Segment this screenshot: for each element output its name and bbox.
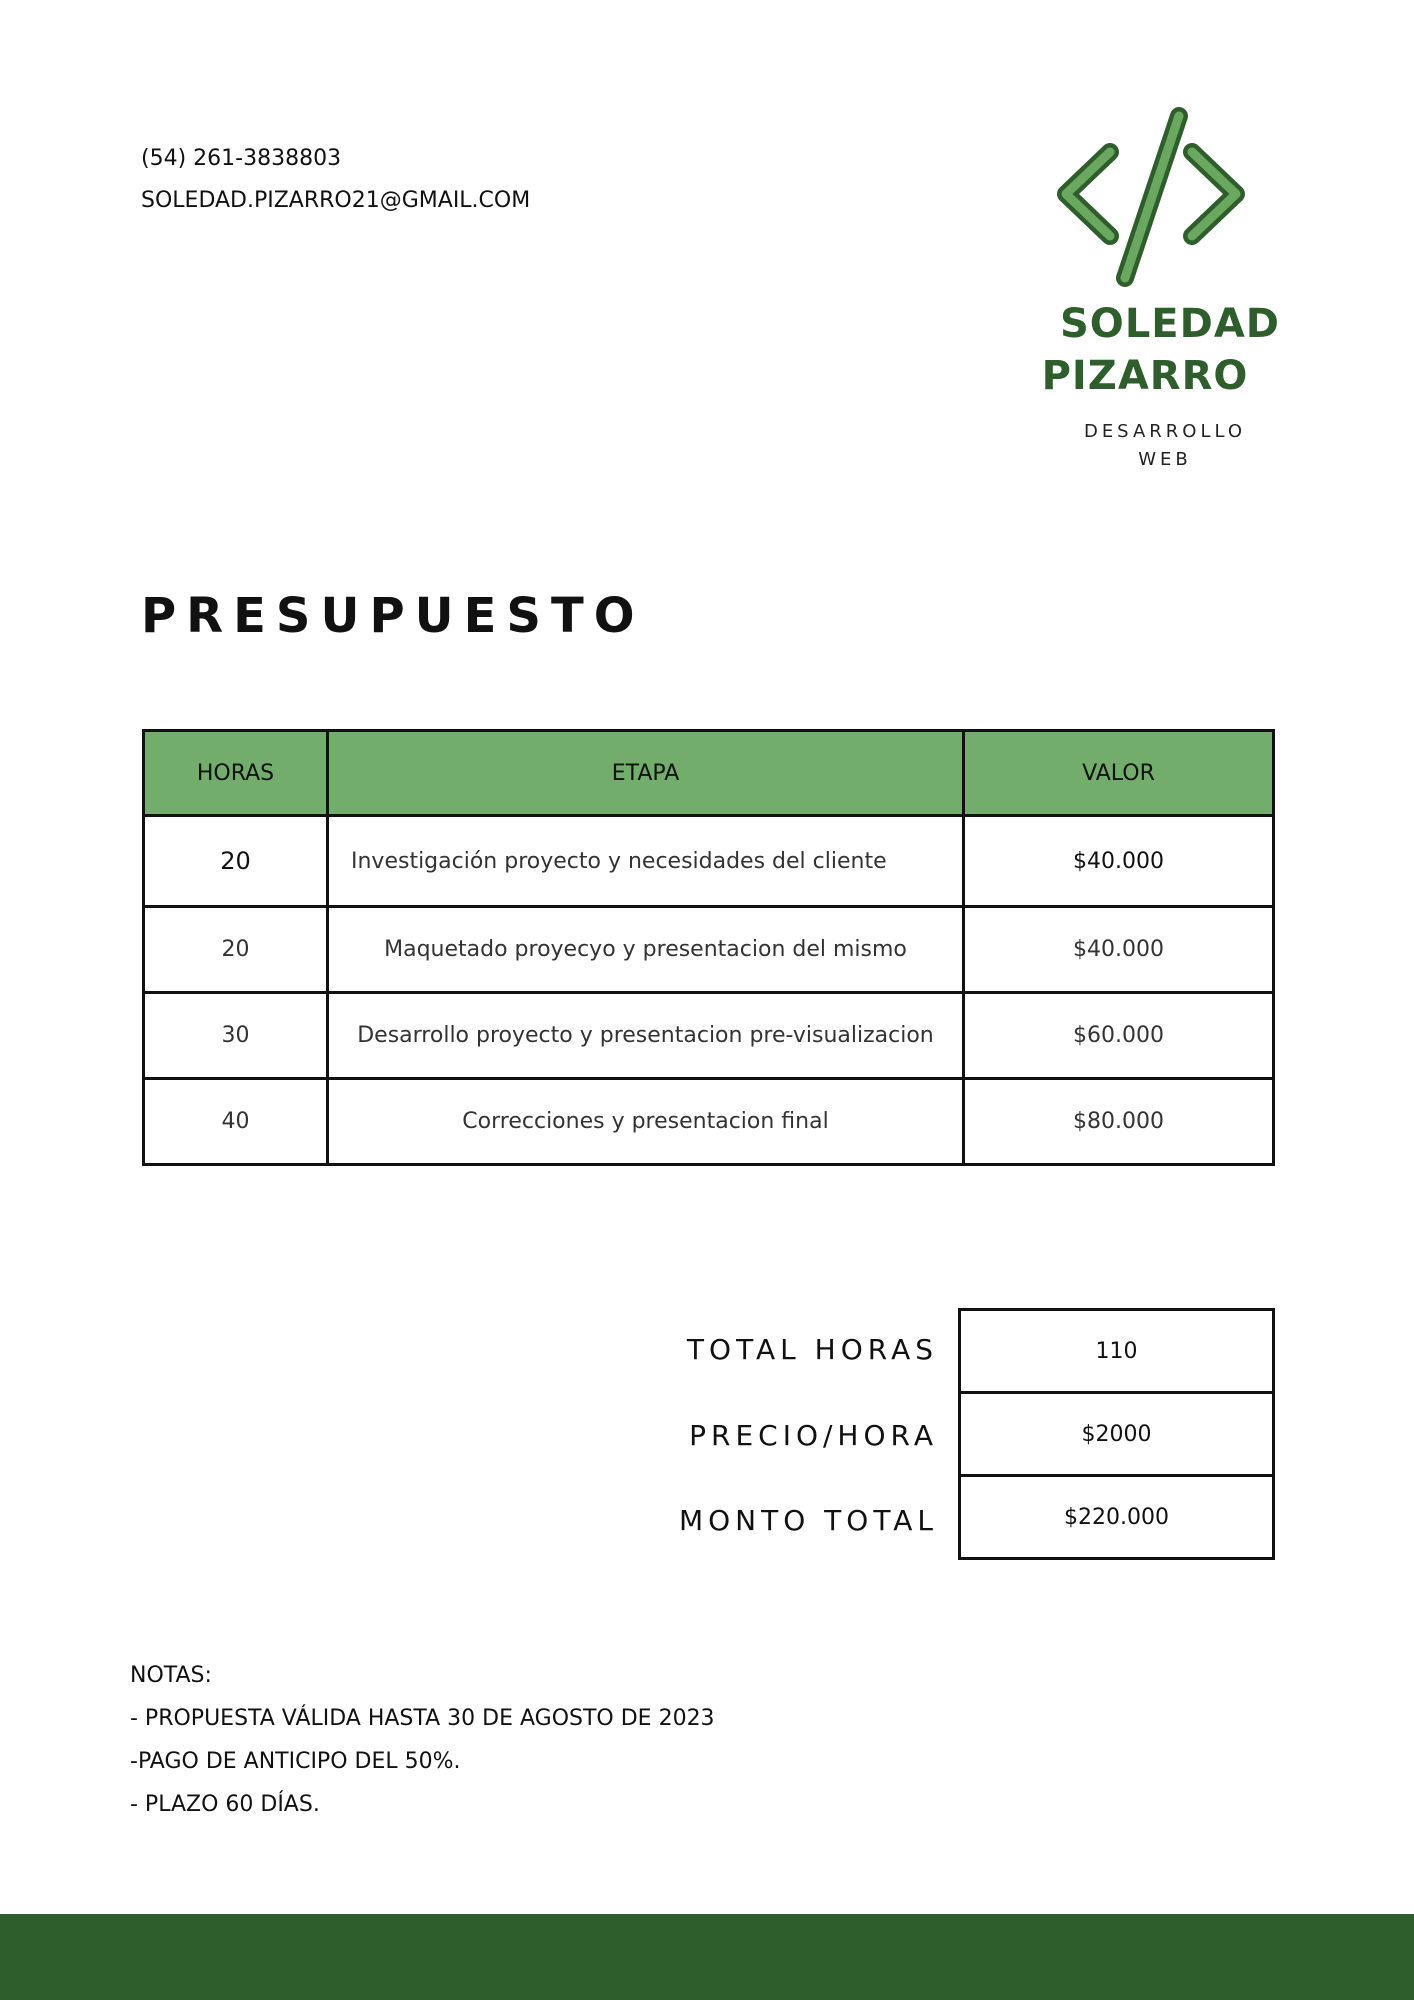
page-title: PRESUPUESTO — [141, 588, 645, 644]
brand-subtitle-line1: DESARROLLO — [1083, 421, 1247, 442]
table-row: 30 Desarrollo proyecto y presentacion pr… — [142, 991, 1275, 1080]
email-address: SOLEDAD.PIZARRO21@GMAIL.COM — [141, 188, 531, 213]
column-header-hours: HORAS — [142, 729, 329, 817]
footer-band — [0, 1914, 1414, 2000]
cell-hours: 20 — [142, 814, 329, 908]
budget-table: HORAS ETAPA VALOR 20 Investigación proye… — [142, 729, 1275, 1166]
phone-number: (54) 261-3838803 — [141, 146, 342, 171]
cell-stage: Desarrollo proyecto y presentacion pre-v… — [326, 991, 965, 1080]
cell-value: $40.000 — [962, 905, 1275, 994]
code-brackets-icon — [1057, 107, 1245, 287]
note-item: - PLAZO 60 DÍAS. — [130, 1792, 320, 1817]
brand-subtitle: DESARROLLO WEB — [1040, 418, 1290, 474]
totals-row: 110 — [958, 1308, 1275, 1394]
table-row: 20 Maquetado proyecyo y presentacion del… — [142, 905, 1275, 994]
cell-stage: Investigación proyecto y necesidades del… — [326, 814, 965, 908]
price-per-hour-value: $2000 — [958, 1391, 1275, 1477]
total-amount-value: $220.000 — [958, 1474, 1275, 1560]
column-header-value: VALOR — [962, 729, 1275, 817]
note-item: -PAGO DE ANTICIPO DEL 50%. — [130, 1749, 461, 1774]
cell-stage: Correcciones y presentacion final — [326, 1077, 965, 1166]
cell-value: $80.000 — [962, 1077, 1275, 1166]
brand-name: SOLEDAD PIZARRO — [1000, 298, 1300, 402]
cell-hours: 30 — [142, 991, 329, 1080]
total-hours-value: 110 — [958, 1308, 1275, 1394]
table-header-row: HORAS ETAPA VALOR — [142, 729, 1275, 817]
cell-hours: 40 — [142, 1077, 329, 1166]
total-hours-label: TOTAL HORAS — [686, 1333, 938, 1366]
cell-value: $60.000 — [962, 991, 1275, 1080]
brand-name-first: SOLEDAD — [1060, 301, 1280, 347]
brand-subtitle-line2: WEB — [1138, 449, 1192, 470]
contact-info: (54) 261-3838803 SOLEDAD.PIZARRO21@GMAIL… — [141, 138, 530, 222]
totals-row: $2000 — [958, 1391, 1275, 1477]
brand-name-last: PIZARRO — [1041, 353, 1249, 399]
table-row: 20 Investigación proyecto y necesidades … — [142, 814, 1275, 908]
total-amount-label: MONTO TOTAL — [678, 1504, 938, 1537]
notes-section: NOTAS: - PROPUESTA VÁLIDA HASTA 30 DE AG… — [130, 1654, 715, 1826]
cell-stage: Maquetado proyecyo y presentacion del mi… — [326, 905, 965, 994]
notes-heading: NOTAS: — [130, 1663, 212, 1688]
cell-hours: 20 — [142, 905, 329, 994]
column-header-stage: ETAPA — [326, 729, 965, 817]
cell-value: $40.000 — [962, 814, 1275, 908]
table-row: 40 Correcciones y presentacion final $80… — [142, 1077, 1275, 1166]
brand-logo: SOLEDAD PIZARRO DESARROLLO WEB — [1000, 100, 1320, 480]
totals-table: 110 $2000 $220.000 — [958, 1308, 1275, 1560]
note-item: - PROPUESTA VÁLIDA HASTA 30 DE AGOSTO DE… — [130, 1706, 715, 1731]
totals-row: $220.000 — [958, 1474, 1275, 1560]
price-per-hour-label: PRECIO/HORA — [689, 1419, 938, 1452]
